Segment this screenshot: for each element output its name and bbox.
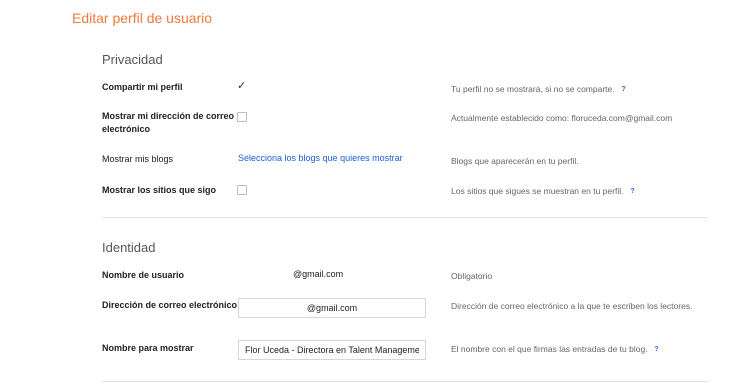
display-name-field[interactable] (238, 340, 426, 360)
identity-section-title: Identidad (102, 240, 156, 255)
display-name-label: Nombre para mostrar (102, 343, 194, 353)
share-profile-label: Compartir mi perfil (102, 82, 183, 92)
email-field[interactable] (238, 298, 426, 318)
section-divider (102, 381, 708, 382)
help-icon[interactable]: ? (619, 85, 629, 95)
show-sites-hint: Los sitios que sigues se muestran en tu … (451, 185, 711, 198)
show-sites-checkbox[interactable] (237, 185, 247, 195)
show-blogs-label: Mostrar mis blogs (102, 154, 174, 164)
email-hint: Dirección de correo electrónico a la que… (451, 301, 693, 311)
page-title: Editar perfil de usuario (72, 10, 213, 26)
section-divider (102, 217, 708, 218)
username-hint: Obligatorio (451, 271, 493, 281)
share-profile-checkbox[interactable]: ✓ (237, 81, 246, 92)
email-label: Dirección de correo electrónico (102, 300, 238, 310)
help-icon[interactable]: ? (652, 345, 662, 355)
username-value: @gmail.com (293, 269, 344, 279)
share-profile-hint: Tu perfil no se mostrará, si no se compa… (451, 83, 711, 96)
show-email-label: Mostrar mi dirección de correo electróni… (102, 111, 235, 134)
show-email-hint: Actualmente establecido como: floruceda.… (451, 113, 673, 123)
show-sites-label: Mostrar los sitios que sigo (102, 185, 217, 195)
display-name-hint: El nombre con el que firmas las entradas… (451, 343, 711, 356)
select-blogs-link[interactable]: Selecciona los blogs que quieres mostrar (238, 153, 403, 163)
show-email-checkbox[interactable] (237, 112, 247, 122)
show-blogs-hint: Blogs que aparecerán en tu perfil. (451, 156, 579, 166)
help-icon[interactable]: ? (627, 187, 637, 197)
username-label: Nombre de usuario (102, 270, 185, 280)
privacy-section-title: Privacidad (102, 52, 163, 67)
